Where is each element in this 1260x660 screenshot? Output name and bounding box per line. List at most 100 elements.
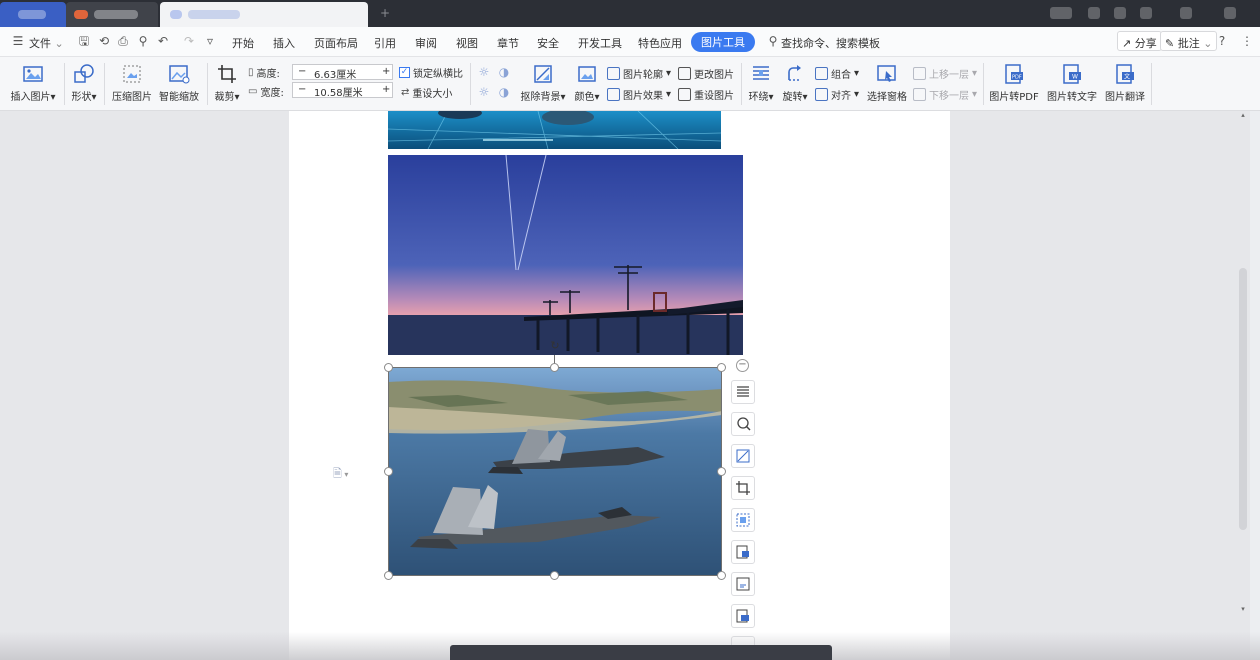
window-tab-1[interactable] — [0, 2, 66, 27]
color-button[interactable]: 颜色▾ — [572, 63, 602, 103]
contrast-down-icon[interactable]: ◑ — [497, 85, 511, 99]
rotate-button[interactable]: 旋转▾ — [780, 63, 810, 103]
minimize-icon[interactable] — [1088, 7, 1100, 19]
height-decrement[interactable]: − — [298, 66, 306, 77]
tab-review[interactable]: 审阅 — [415, 35, 437, 51]
file-menu-label: 文件 — [29, 37, 51, 50]
checkbox-checked-icon: ✓ — [399, 67, 410, 78]
resize-handle-ne[interactable] — [717, 363, 726, 372]
print-icon[interactable]: ⎙ — [116, 34, 130, 48]
picture-effect-button[interactable]: 图片效果 ▾ — [607, 87, 671, 102]
wrap-button[interactable]: 环绕▾ — [746, 63, 776, 103]
undo-icon[interactable]: ↶ — [156, 34, 170, 48]
shape-button[interactable]: 形状▾ — [68, 63, 100, 103]
smart-scale-tool-icon[interactable] — [731, 508, 755, 532]
help-icon[interactable]: ? — [1215, 34, 1229, 48]
brightness-down-icon[interactable]: ☼ — [477, 85, 491, 99]
tab-features[interactable]: 特色应用 — [638, 35, 682, 51]
remove-background-tool-icon[interactable] — [731, 444, 755, 468]
picture-to-text-button[interactable]: W 图片转文字 — [1045, 63, 1099, 103]
width-decrement[interactable]: − — [298, 84, 306, 95]
align-button[interactable]: 对齐 ▾ — [815, 87, 859, 102]
picture-translate-label: 图片翻译 — [1105, 92, 1145, 103]
comment-button[interactable]: ✎ 批注 ⌄ — [1160, 31, 1218, 51]
paragraph-anchor-icon[interactable]: 🗎 ▾ — [333, 465, 348, 484]
resize-handle-w[interactable] — [384, 467, 393, 476]
picture-to-text-tool-icon[interactable] — [731, 540, 755, 564]
height-input[interactable]: 6.63厘米 — [314, 66, 356, 81]
more-options-icon[interactable]: ⋮ — [1240, 34, 1254, 48]
tab-chapter[interactable]: 章节 — [497, 35, 519, 51]
brightness-up-icon[interactable]: ☼ — [477, 65, 491, 79]
zoom-picture-icon[interactable] — [731, 412, 755, 436]
maximize-icon[interactable] — [1114, 7, 1126, 19]
group-button[interactable]: 组合 ▾ — [815, 66, 859, 81]
group-icon — [815, 67, 828, 80]
resize-handle-e[interactable] — [717, 467, 726, 476]
picture-to-pdf-tool-icon[interactable] — [731, 604, 755, 628]
remove-background-button[interactable]: 抠除背景▾ — [518, 63, 568, 103]
picture-translate-tool-icon[interactable] — [731, 572, 755, 596]
tab-view[interactable]: 视图 — [456, 35, 478, 51]
customize-toolbar-icon[interactable]: ▿ — [203, 34, 217, 48]
window-control-icon[interactable] — [1050, 7, 1072, 19]
tab-insert[interactable]: 插入 — [273, 35, 295, 51]
compress-picture-button[interactable]: 压缩图片 — [110, 63, 154, 103]
picture-outline-button[interactable]: 图片轮廓 ▾ — [607, 66, 671, 81]
vertical-scrollbar[interactable] — [1239, 268, 1247, 530]
fullscreen-icon[interactable] — [1180, 7, 1192, 19]
save-icon[interactable]: 🖫 — [77, 34, 91, 48]
resize-handle-se[interactable] — [717, 571, 726, 580]
document-image-pier-sunset[interactable] — [388, 155, 743, 355]
reset-size-button[interactable]: ⇄ 重设大小 — [401, 85, 452, 100]
change-picture-button[interactable]: 更改图片 — [678, 66, 734, 81]
close-icon[interactable] — [1224, 7, 1236, 19]
height-stepper[interactable]: − 6.63厘米 + — [292, 64, 393, 81]
scroll-up-icon[interactable]: ▴ — [1239, 111, 1247, 119]
picture-to-pdf-button[interactable]: PDF 图片转PDF — [988, 63, 1040, 103]
tab-picture-tools[interactable]: 图片工具 — [691, 32, 755, 52]
reset-picture-button[interactable]: 重设图片 — [678, 87, 734, 102]
resize-handle-s[interactable] — [550, 571, 559, 580]
resize-handle-sw[interactable] — [384, 571, 393, 580]
window-tab-3[interactable] — [160, 2, 368, 27]
picture-translate-button[interactable]: 文 图片翻译 — [1103, 63, 1147, 103]
document-image-blue-tech[interactable] — [388, 111, 721, 149]
file-menu[interactable]: 文件 ⌄ — [29, 35, 64, 51]
bring-forward-button[interactable]: 上移一层 ▾ — [913, 66, 977, 81]
restore-icon[interactable] — [1140, 7, 1152, 19]
lock-ratio-checkbox[interactable]: ✓ 锁定纵横比 — [399, 65, 463, 80]
tab-home[interactable]: 开始 — [232, 35, 254, 51]
selection-pane-button[interactable]: 选择窗格 — [866, 63, 908, 103]
compress-icon — [123, 65, 141, 83]
insert-picture-button[interactable]: 插入图片▾ — [8, 63, 58, 103]
width-input[interactable]: 10.58厘米 — [314, 84, 363, 99]
contrast-up-icon[interactable]: ◑ — [497, 65, 511, 79]
smart-scale-button[interactable]: 智能缩放 — [157, 63, 201, 103]
tab-security[interactable]: 安全 — [537, 35, 559, 51]
rotate-handle-icon[interactable]: ↻ — [549, 340, 561, 352]
collapse-toolbar-icon[interactable]: − — [736, 359, 749, 372]
new-tab-icon[interactable]: + — [378, 6, 392, 20]
tab-developer[interactable]: 开发工具 — [578, 35, 622, 51]
tab-page-layout[interactable]: 页面布局 — [314, 35, 358, 51]
command-search[interactable]: 查找命令、搜索模板 — [781, 35, 880, 51]
layout-options-icon[interactable] — [731, 380, 755, 404]
tab-references[interactable]: 引用 — [374, 35, 396, 51]
crop-button[interactable]: 裁剪▾ — [211, 63, 243, 103]
window-tab-2[interactable] — [66, 2, 158, 27]
width-increment[interactable]: + — [382, 84, 390, 95]
print-preview-icon[interactable]: ⚲ — [136, 34, 150, 48]
format-painter-icon[interactable]: ⟲ — [97, 34, 111, 48]
hamburger-menu-icon[interactable]: ☰ — [11, 34, 25, 48]
redo-icon[interactable]: ↷ — [182, 34, 196, 48]
height-increment[interactable]: + — [382, 66, 390, 77]
scroll-down-icon[interactable]: ▾ — [1239, 605, 1247, 613]
send-backward-button[interactable]: 下移一层 ▾ — [913, 87, 977, 102]
resize-handle-nw[interactable] — [384, 363, 393, 372]
resize-handle-n[interactable] — [550, 363, 559, 372]
crop-tool-icon[interactable] — [731, 476, 755, 500]
share-button[interactable]: ↗ 分享 — [1117, 31, 1162, 51]
width-stepper[interactable]: − 10.58厘米 + — [292, 82, 393, 99]
svg-text:文: 文 — [1124, 73, 1130, 81]
